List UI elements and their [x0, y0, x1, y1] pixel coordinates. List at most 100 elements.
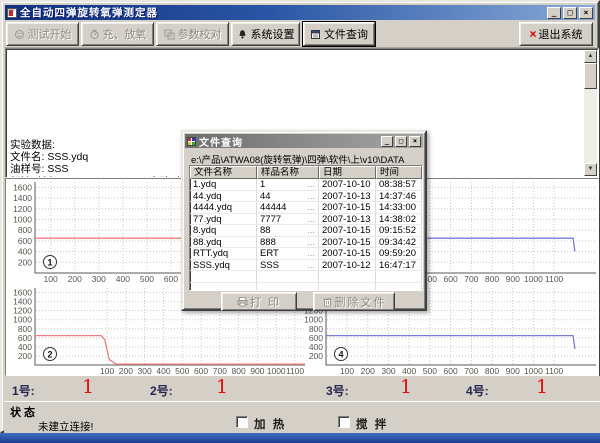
svg-text:700: 700	[213, 366, 227, 376]
file-row[interactable]: 4444.ydq44444...2007-10-1514:33:00	[190, 202, 422, 214]
file-row[interactable]: 44.ydq44...2007-10-1314:37:46	[190, 191, 422, 203]
svg-text:100: 100	[100, 366, 114, 376]
svg-text:800: 800	[18, 324, 32, 334]
table-body: 1.ydq1...2007-10-1008:38:5744.ydq44...20…	[190, 179, 422, 291]
svg-text:1100: 1100	[545, 366, 564, 376]
dialog-close-button[interactable]: ×	[409, 136, 421, 147]
delete-file-label: 删除文件	[335, 294, 387, 310]
bomb-3-label: 3号:	[326, 382, 349, 399]
delete-file-icon	[322, 296, 333, 307]
exit-x-icon: ×	[529, 29, 536, 39]
dialog-maximize-button[interactable]: □	[395, 136, 407, 147]
column-header-filename[interactable]: 文件名称	[190, 166, 257, 179]
exit-system-button[interactable]: × 退出系统	[519, 22, 593, 46]
scrollbar-thumb[interactable]	[584, 63, 597, 89]
column-header-time[interactable]: 时间	[376, 166, 422, 179]
dialog-title-bar[interactable]: 文件查询 _ □ ×	[185, 134, 423, 148]
svg-text:1000: 1000	[13, 315, 32, 325]
oxygen-fill-release-button[interactable]: 充、放氧	[81, 22, 154, 46]
ellipsis-dots: ...	[307, 214, 315, 225]
close-button[interactable]: ×	[579, 7, 593, 19]
svg-text:1200: 1200	[13, 204, 32, 214]
system-settings-icon	[237, 29, 248, 40]
file-row[interactable]: 77.ydq7777...2007-10-1314:38:02	[190, 214, 422, 226]
svg-text:800: 800	[485, 366, 499, 376]
svg-text:600: 600	[164, 274, 178, 284]
svg-text:400: 400	[116, 274, 130, 284]
ellipsis-dots: ...	[307, 237, 315, 248]
exit-system-label: 退出系统	[539, 26, 583, 42]
start-test-button[interactable]: 测试开始	[6, 22, 79, 46]
print-button[interactable]: 打 印	[221, 292, 297, 311]
svg-text:600: 600	[309, 333, 323, 343]
svg-text:1600: 1600	[13, 288, 32, 298]
file-list-table[interactable]: 文件名称 样品名称 日期 时间 1.ydq1...2007-10-1008:38…	[189, 165, 423, 291]
file-row[interactable]: 88.ydq888...2007-10-1509:34:42	[190, 237, 422, 249]
ellipsis-dots: ...	[307, 179, 315, 190]
svg-text:300: 300	[92, 274, 106, 284]
svg-text:2: 2	[47, 350, 52, 360]
svg-text:1400: 1400	[13, 297, 32, 307]
svg-text:4: 4	[338, 350, 343, 360]
svg-text:1: 1	[47, 258, 52, 268]
svg-text:500: 500	[140, 274, 154, 284]
svg-text:400: 400	[18, 342, 32, 352]
ellipsis-dots: ...	[307, 191, 315, 202]
svg-text:1000: 1000	[13, 214, 32, 224]
connection-status-message: 未建立连接!	[38, 419, 93, 434]
minimize-button[interactable]: _	[547, 7, 561, 19]
maximize-button[interactable]: □	[563, 7, 577, 19]
svg-text:200: 200	[68, 274, 82, 284]
bomb-2-value: 1	[216, 376, 228, 398]
svg-text:200: 200	[18, 351, 32, 361]
svg-text:900: 900	[506, 274, 520, 284]
empty-row	[190, 271, 422, 283]
bomb-2-label: 2号:	[150, 382, 173, 399]
system-settings-label: 系统设置	[251, 26, 295, 42]
column-header-sample[interactable]: 样品名称	[257, 166, 319, 179]
heating-label: 加 热	[254, 416, 286, 432]
svg-text:200: 200	[361, 366, 375, 376]
svg-text:300: 300	[138, 366, 152, 376]
svg-text:800: 800	[18, 225, 32, 235]
file-row[interactable]: SSS.ydqSSS...2007-10-1216:47:17	[190, 260, 422, 272]
file-query-button[interactable]: 文件查询	[303, 22, 375, 46]
status-title: 状 态	[10, 404, 35, 420]
file-row[interactable]: RTT.ydqERT...2007-10-1509:59:20	[190, 248, 422, 260]
stirring-checkbox[interactable]	[338, 416, 350, 428]
svg-text:1000: 1000	[524, 366, 543, 376]
table-header: 文件名称 样品名称 日期 时间	[190, 166, 422, 179]
delete-file-button[interactable]: 删除文件	[313, 292, 395, 311]
svg-text:200: 200	[18, 257, 32, 267]
scroll-up-icon[interactable]: ▲	[584, 50, 597, 63]
heating-checkbox[interactable]	[236, 416, 248, 428]
ellipsis-dots: ...	[307, 202, 315, 213]
vertical-scrollbar[interactable]: ▲ ▼	[584, 50, 597, 176]
bomb-1-label: 1号:	[12, 382, 35, 399]
parameter-calibration-button[interactable]: 参数校对	[156, 22, 229, 46]
file-query-dialog: 文件查询 _ □ × e:\产品\ATWA08(旋转氧弹)\四弹\软件\上\v1…	[181, 130, 427, 311]
title-bar[interactable]: 全自动四弹旋转氧弹测定器 _ □ ×	[5, 5, 595, 20]
file-query-label: 文件查询	[324, 26, 368, 42]
ellipsis-dots: ...	[307, 248, 315, 259]
empty-row	[190, 283, 422, 292]
dialog-minimize-button[interactable]: _	[381, 136, 393, 147]
svg-text:1200: 1200	[13, 306, 32, 316]
dialog-icon	[187, 137, 196, 146]
window-title: 全自动四弹旋转氧弹测定器	[20, 5, 545, 20]
system-settings-button[interactable]: 系统设置	[231, 22, 300, 46]
file-row[interactable]: 8.ydq88...2007-10-1509:15:52	[190, 225, 422, 237]
svg-text:400: 400	[402, 366, 416, 376]
svg-text:600: 600	[444, 366, 458, 376]
column-header-date[interactable]: 日期	[319, 166, 376, 179]
ellipsis-dots: ...	[307, 225, 315, 236]
scroll-down-icon[interactable]: ▼	[584, 163, 597, 176]
svg-text:500: 500	[423, 366, 437, 376]
parameter-calibration-label: 参数校对	[178, 26, 222, 42]
svg-text:600: 600	[18, 333, 32, 343]
bomb-4-label: 4号:	[466, 382, 489, 399]
svg-text:1400: 1400	[13, 193, 32, 203]
file-row[interactable]: 1.ydq1...2007-10-1008:38:57	[190, 179, 422, 191]
oxygen-fill-release-icon	[89, 29, 100, 40]
data-folder-path: e:\产品\ATWA08(旋转氧弹)\四弹\软件\上\v10\DATA	[191, 152, 404, 166]
